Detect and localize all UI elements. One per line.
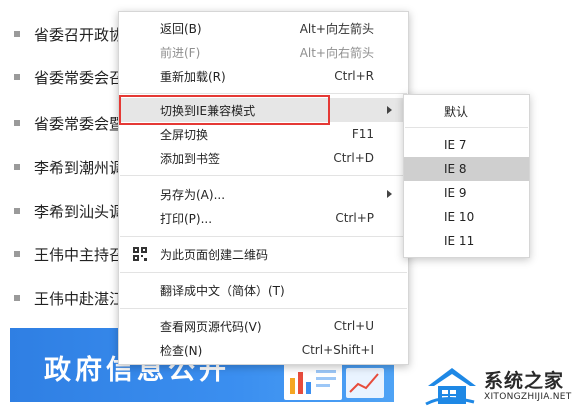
menu-item-fullscreen[interactable]: 全屏切换 F11 [119, 122, 408, 146]
menu-separator [120, 308, 407, 309]
submenu-item-label: IE 7 [444, 138, 467, 152]
menu-item-qrcode[interactable]: 为此页面创建二维码 [119, 242, 408, 266]
house-logo-icon [425, 368, 476, 406]
menu-item-label: 打印(P)... [160, 211, 213, 226]
menu-separator [120, 236, 407, 237]
watermark-logo: 系统之家 XITONGZHIJIA.NET [424, 362, 574, 410]
menu-item-view-source[interactable]: 查看网页源代码(V) Ctrl+U [119, 314, 408, 338]
news-item[interactable]: 省委常委会暨 [14, 113, 124, 133]
menu-item-shortcut: Ctrl+Shift+I [301, 343, 374, 357]
bullet-icon [14, 295, 20, 301]
menu-item-shortcut: Ctrl+R [334, 69, 374, 83]
news-item[interactable]: 李希到潮州调 [14, 157, 124, 177]
bullet-icon [14, 31, 20, 37]
menu-item-label: 添加到书签 [160, 151, 221, 166]
news-item[interactable]: 李希到汕头调 [14, 201, 124, 221]
menu-item-label: 返回(B) [160, 21, 202, 36]
menu-item-label: 检查(N) [160, 343, 203, 358]
submenu-item-label: IE 9 [444, 186, 467, 200]
menu-item-shortcut: Ctrl+U [333, 319, 374, 333]
menu-item-label: 为此页面创建二维码 [160, 247, 269, 262]
news-item[interactable]: 王伟中赴湛江 [14, 288, 124, 308]
menu-item-shortcut: Alt+向右箭头 [299, 45, 374, 60]
news-title[interactable]: 王伟中主持召 [34, 244, 124, 265]
news-item[interactable]: 省委常委会召 [14, 67, 124, 87]
submenu-item-label: 默认 [444, 104, 469, 119]
bullet-icon [14, 251, 20, 257]
menu-item-shortcut: Alt+向左箭头 [299, 21, 374, 36]
bullet-icon [14, 208, 20, 214]
menu-item-label: 重新加载(R) [160, 69, 226, 84]
menu-item-label: 翻译成中文（简体）(T) [160, 283, 285, 298]
menu-item-reload[interactable]: 重新加载(R) Ctrl+R [119, 64, 408, 88]
menu-item-save-as[interactable]: 另存为(A)... [119, 182, 408, 206]
submenu-item-ie10[interactable]: IE 10 [404, 205, 529, 229]
menu-item-bookmark[interactable]: 添加到书签 Ctrl+D [119, 146, 408, 170]
news-title[interactable]: 省委召开政协 [34, 24, 124, 45]
menu-item-shortcut: Ctrl+P [335, 211, 374, 225]
menu-item-translate[interactable]: 翻译成中文（简体）(T) [119, 278, 408, 302]
submenu-item-label: IE 10 [444, 210, 475, 224]
submenu-item-ie8[interactable]: IE 8 [404, 157, 529, 181]
submenu-item-ie9[interactable]: IE 9 [404, 181, 529, 205]
bullet-icon [14, 120, 20, 126]
submenu-arrow-icon [387, 190, 392, 198]
menu-item-print[interactable]: 打印(P)... Ctrl+P [119, 206, 408, 230]
submenu-item-default[interactable]: 默认 [404, 99, 529, 123]
submenu-item-ie11[interactable]: IE 11 [404, 229, 529, 253]
menu-item-label: 另存为(A)... [160, 187, 226, 202]
menu-separator [405, 127, 528, 128]
context-menu: 返回(B) Alt+向左箭头 前进(F) Alt+向右箭头 重新加载(R) Ct… [118, 11, 409, 365]
news-item[interactable]: 王伟中主持召 [14, 244, 124, 264]
news-title[interactable]: 省委常委会暨 [34, 113, 124, 134]
menu-item-back[interactable]: 返回(B) Alt+向左箭头 [119, 16, 408, 40]
watermark-url: XITONGZHIJIA.NET [484, 392, 572, 402]
menu-item-shortcut: F11 [351, 127, 374, 141]
menu-item-label: 前进(F) [160, 45, 201, 60]
news-title[interactable]: 王伟中赴湛江 [34, 288, 124, 309]
menu-item-label: 全屏切换 [160, 127, 209, 142]
submenu-item-ie7[interactable]: IE 7 [404, 133, 529, 157]
news-item[interactable]: 省委召开政协 [14, 24, 124, 44]
menu-item-forward[interactable]: 前进(F) Alt+向右箭头 [119, 40, 408, 64]
highlight-box [119, 95, 330, 125]
menu-separator [120, 272, 407, 273]
news-title[interactable]: 省委常委会召 [34, 67, 124, 88]
menu-separator [120, 93, 407, 94]
submenu-item-label: IE 8 [444, 162, 467, 176]
submenu-arrow-icon [387, 106, 392, 114]
menu-item-shortcut: Ctrl+D [333, 151, 374, 165]
menu-separator [120, 175, 407, 176]
news-title[interactable]: 李希到潮州调 [34, 157, 124, 178]
ie-mode-submenu: 默认 IE 7 IE 8 IE 9 IE 10 IE 11 [403, 94, 530, 258]
news-title[interactable]: 李希到汕头调 [34, 201, 124, 222]
menu-item-inspect[interactable]: 检查(N) Ctrl+Shift+I [119, 338, 408, 362]
menu-item-label: 查看网页源代码(V) [160, 319, 262, 334]
bullet-icon [14, 74, 20, 80]
submenu-item-label: IE 11 [444, 234, 475, 248]
qrcode-icon [133, 247, 147, 261]
bullet-icon [14, 164, 20, 170]
watermark-name: 系统之家 [484, 370, 565, 392]
